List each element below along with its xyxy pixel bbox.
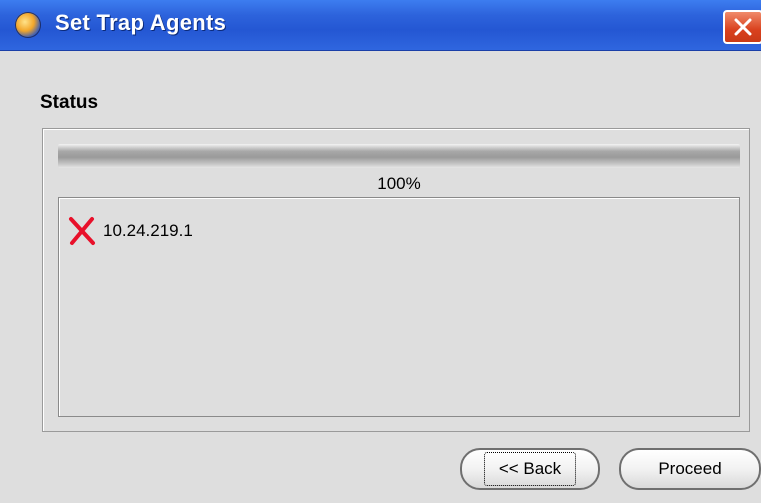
progress-bar — [58, 144, 740, 168]
result-list[interactable]: 10.24.219.1 — [58, 197, 740, 417]
error-x-icon — [69, 217, 95, 245]
progress-percent-text: 100% — [377, 174, 421, 193]
host-address: 10.24.219.1 — [103, 221, 193, 240]
proceed-button[interactable]: Proceed — [619, 448, 761, 490]
globe-icon — [15, 12, 41, 38]
list-item[interactable]: 10.24.219.1 — [67, 216, 193, 246]
status-label: Status — [40, 92, 99, 113]
back-button[interactable]: << Back — [460, 448, 600, 490]
close-button[interactable] — [723, 10, 761, 44]
close-icon — [734, 18, 752, 36]
proceed-button-label: Proceed — [658, 459, 722, 478]
window-title: Set Trap Agents — [55, 10, 227, 35]
progress-fill — [58, 144, 740, 168]
title-bar: Set Trap Agents — [0, 0, 761, 51]
back-button-label: << Back — [483, 452, 577, 486]
